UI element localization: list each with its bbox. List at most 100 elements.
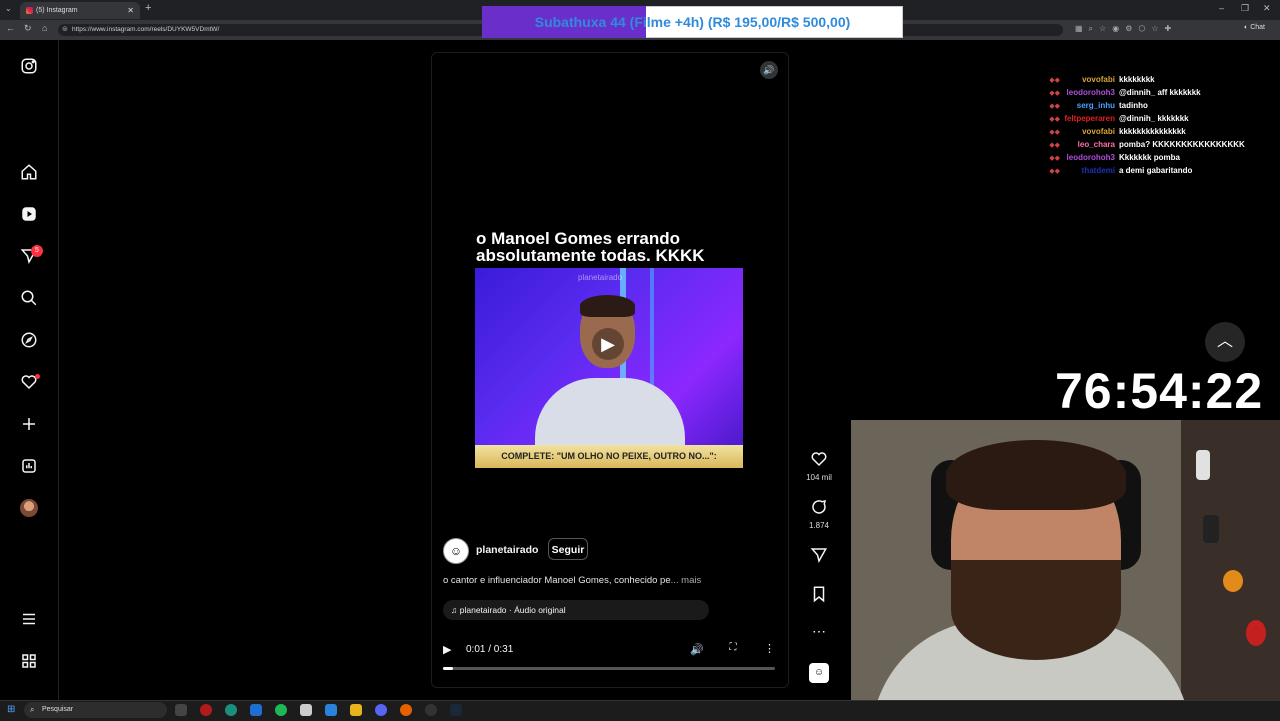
- home-nav-icon[interactable]: [19, 163, 39, 183]
- audio-avatar-icon[interactable]: ☺: [809, 663, 829, 683]
- more-link[interactable]: ... mais: [671, 575, 702, 586]
- file-explorer-icon[interactable]: [350, 704, 362, 716]
- chat-message: ◆◆ vovofabi kkkkkkkk: [1020, 73, 1270, 86]
- audio-chip[interactable]: ♫ planetairado · Áudio original: [443, 600, 709, 620]
- video-progress-track[interactable]: [443, 667, 775, 670]
- reload-icon[interactable]: ↻: [24, 23, 32, 34]
- taskbar-search-input[interactable]: ⌕ Pesquisar: [24, 702, 167, 718]
- subathon-timer: 76:54:22: [1055, 363, 1264, 419]
- chat-username[interactable]: feltpeperaren: [1060, 112, 1115, 125]
- obs-icon[interactable]: [425, 704, 437, 716]
- chat-username[interactable]: leo_chara: [1060, 138, 1115, 151]
- reel-watermark: planetairado: [578, 273, 623, 282]
- music-note-icon: ♫: [451, 605, 460, 615]
- app-icon[interactable]: [250, 704, 262, 716]
- chat-badges-icon: ◆◆: [1049, 168, 1060, 175]
- tab-title: (5) Instagram: [36, 7, 78, 14]
- edge-icon[interactable]: [225, 704, 237, 716]
- opera-icon[interactable]: [200, 704, 212, 716]
- new-tab-button[interactable]: +: [145, 2, 151, 14]
- scroll-up-icon[interactable]: ︿: [1205, 322, 1245, 362]
- instagram-favicon-icon: [26, 7, 33, 14]
- chat-username[interactable]: vovofabi: [1060, 73, 1115, 86]
- play-overlay-icon[interactable]: ▶: [592, 328, 624, 360]
- steam-icon[interactable]: [450, 704, 462, 716]
- stream-chat: ◆◆ vovofabi kkkkkkkk ◆◆ leodorohoh3 @dinnih_ …: [1020, 73, 1270, 177]
- dashboard-nav-icon[interactable]: [19, 457, 39, 477]
- fullscreen-icon[interactable]: ⛶: [726, 642, 740, 656]
- windows-taskbar: [0, 700, 1280, 721]
- chat-text: kkkkkkkkkkkkkkk: [1119, 127, 1186, 136]
- home-icon[interactable]: ⌂: [42, 23, 47, 33]
- chat-text: @dinnih_ kkkkkkk: [1119, 114, 1189, 123]
- restore-icon[interactable]: ❐: [1241, 3, 1249, 14]
- notification-dot: [35, 374, 40, 379]
- chat-message: ◆◆ feltpeperaren @dinnih_ kkkkkkk: [1020, 112, 1270, 125]
- chat-text: @dinnih_ aff kkkkkkk: [1119, 88, 1201, 97]
- chat-message: ◆◆ vovofabi kkkkkkkkkkkkkkk: [1020, 125, 1270, 138]
- share-icon[interactable]: [808, 546, 830, 569]
- chat-username[interactable]: leodorohoh3: [1060, 151, 1115, 164]
- chat-button[interactable]: ◐ Chat: [1244, 24, 1265, 31]
- author-avatar[interactable]: ☺: [443, 538, 469, 564]
- chat-username[interactable]: thatdemi: [1060, 164, 1115, 177]
- reel-overlay-text: o Manoel Gomes errando absolutamente tod…: [476, 229, 705, 265]
- chat-username[interactable]: vovofabi: [1060, 125, 1115, 138]
- instagram-logo-icon[interactable]: [19, 57, 39, 77]
- chat-text: Kkkkkkk pomba: [1119, 153, 1180, 162]
- like-icon[interactable]: [808, 450, 830, 473]
- chat-username[interactable]: serg_inhu: [1060, 99, 1115, 112]
- tab-search-icon[interactable]: ⌄: [5, 4, 12, 13]
- follow-button[interactable]: Seguir: [548, 538, 588, 560]
- instagram-sidebar: [0, 40, 59, 700]
- reels-nav-icon[interactable]: [19, 205, 39, 225]
- audio-label: planetairado · Áudio original: [459, 605, 566, 615]
- chat-message: ◆◆ leodorohoh3 @dinnih_ aff kkkkkkk: [1020, 86, 1270, 99]
- spotify-icon[interactable]: [275, 704, 287, 716]
- extensions-icons[interactable]: ▦⌕☆◉⚙⬡☆✚: [1075, 24, 1177, 34]
- explore-nav-icon[interactable]: [19, 331, 39, 351]
- notifications-badge: 5: [31, 245, 43, 257]
- start-menu-icon[interactable]: ⊞: [7, 704, 15, 715]
- chat-username[interactable]: leodorohoh3: [1060, 86, 1115, 99]
- search-nav-icon[interactable]: [19, 289, 39, 309]
- more-options-icon[interactable]: ⋯: [808, 623, 830, 640]
- create-nav-icon[interactable]: [19, 415, 39, 435]
- player-volume-icon[interactable]: 🔊: [690, 643, 704, 656]
- task-view-icon[interactable]: [175, 704, 187, 716]
- chat-text: pomba? KKKKKKKKKKKKKKKK: [1119, 140, 1245, 149]
- video-time: 0:01 / 0:31: [466, 644, 514, 655]
- profile-avatar[interactable]: [20, 499, 38, 517]
- chat-message: ◆◆ leo_chara pomba? KKKKKKKKKKKKKKKK: [1020, 138, 1270, 151]
- menu-nav-icon[interactable]: [19, 610, 39, 630]
- mail-icon[interactable]: [325, 704, 337, 716]
- play-button-icon[interactable]: ▶: [443, 643, 451, 656]
- taskbar-search-placeholder: Pesquisar: [42, 706, 74, 713]
- minimize-icon[interactable]: –: [1219, 3, 1224, 13]
- reel-description: o cantor e influenciador Manoel Gomes, c…: [443, 575, 701, 586]
- save-icon[interactable]: [808, 585, 830, 608]
- close-tab-icon[interactable]: ✕: [127, 2, 134, 19]
- description-text: o cantor e influenciador Manoel Gomes, c…: [443, 575, 671, 586]
- close-window-icon[interactable]: ✕: [1263, 3, 1271, 14]
- chat-button-label: Chat: [1250, 24, 1265, 31]
- comment-count: 1.874: [808, 521, 830, 530]
- chat-message: ◆◆ serg_inhu tadinho: [1020, 99, 1270, 112]
- reel-video-frame[interactable]: planetairado: [475, 268, 743, 468]
- comment-icon[interactable]: [808, 498, 830, 521]
- player-options-icon[interactable]: ⋮: [764, 642, 775, 655]
- chat-message: ◆◆ leodorohoh3 Kkkkkkk pomba: [1020, 151, 1270, 164]
- store-icon[interactable]: [300, 704, 312, 716]
- browser-tab[interactable]: (5) Instagram ✕: [20, 2, 140, 19]
- author-name[interactable]: planetairado: [476, 544, 538, 556]
- back-icon[interactable]: ←: [6, 23, 15, 33]
- discord-icon[interactable]: [375, 704, 387, 716]
- tv-lower-third: COMPLETE: "UM OLHO NO PEIXE, OUTRO NO...…: [475, 445, 743, 468]
- volume-icon[interactable]: 🔊: [760, 61, 778, 79]
- site-info-icon[interactable]: ⊜: [62, 25, 68, 33]
- firefox-icon[interactable]: [400, 704, 412, 716]
- video-progress-fill: [443, 667, 453, 670]
- chat-text: tadinho: [1119, 101, 1148, 110]
- also-from-meta-icon[interactable]: [19, 652, 39, 672]
- subathon-banner-text: Subathuxa 44 (Filme +4h) (R$ 195,00/R$ 5…: [534, 14, 851, 30]
